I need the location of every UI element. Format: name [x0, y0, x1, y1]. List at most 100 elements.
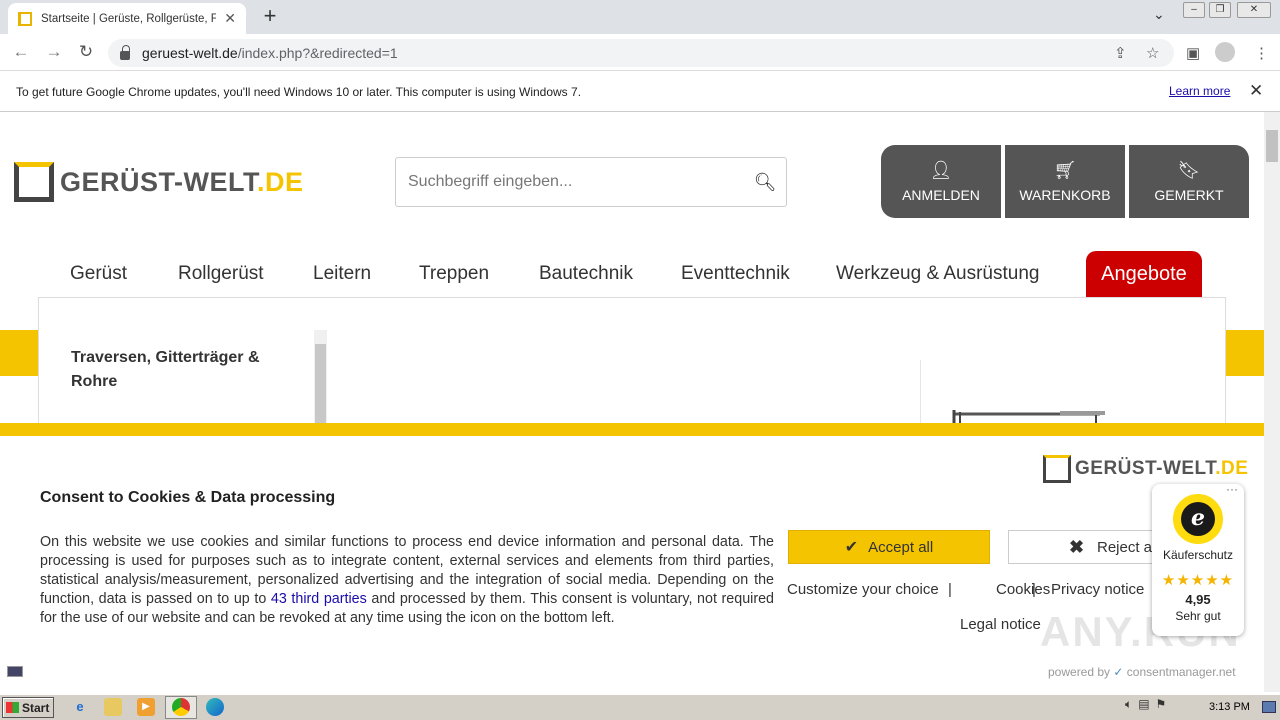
profile-avatar-icon[interactable]: [1215, 42, 1235, 62]
cookie-logo: GERÜST-WELT.DE: [1043, 455, 1248, 483]
user-icon: 👤︎: [929, 160, 953, 180]
logo-main: GERÜST-WELT: [60, 166, 257, 197]
scrollbar-thumb[interactable]: [1266, 130, 1278, 162]
restore-button[interactable]: ❐: [1209, 2, 1231, 18]
back-icon[interactable]: ←: [10, 42, 32, 62]
search-input[interactable]: [408, 173, 744, 191]
media-player-icon[interactable]: ▶: [137, 698, 155, 716]
wishlist-label: GEMERKT: [1154, 187, 1224, 203]
login-button[interactable]: 👤︎ ANMELDEN: [881, 145, 1001, 218]
edge-icon[interactable]: [206, 698, 224, 716]
bookmark-icon: 🔖︎: [1177, 160, 1201, 180]
trusted-shops-seal-icon: e: [1173, 494, 1223, 544]
login-label: ANMELDEN: [902, 187, 980, 203]
tab-search-icon[interactable]: ⌄: [1153, 6, 1165, 23]
lock-icon: [120, 44, 130, 60]
site-favicon-icon: [18, 11, 32, 26]
privacy-notice-link[interactable]: Privacy notice: [1051, 581, 1144, 598]
powered-brand: consentmanager.net: [1126, 665, 1236, 679]
start-label: Start: [22, 700, 50, 715]
nav-item-geruest[interactable]: Gerüst: [70, 263, 127, 285]
minimize-button[interactable]: –: [1183, 2, 1205, 18]
side-panel-icon[interactable]: ▣: [1186, 44, 1200, 62]
cookie-logo-text: GERÜST-WELT.DE: [1075, 458, 1248, 480]
nav-item-werkzeug[interactable]: Werkzeug & Ausrüstung: [836, 263, 1039, 285]
mega-menu-category[interactable]: Traversen, Gitterträger & Rohre: [71, 346, 281, 394]
accept-all-label: Accept all: [868, 538, 934, 556]
search-icon[interactable]: 🔍︎: [744, 172, 786, 193]
nav-item-treppen[interactable]: Treppen: [419, 263, 489, 285]
forward-icon[interactable]: →: [43, 42, 65, 62]
legal-notice-link[interactable]: Legal notice: [960, 616, 1041, 633]
rating-grade: Sehr gut: [1175, 609, 1221, 623]
buyer-protection-label: Käuferschutz: [1162, 548, 1234, 562]
share-icon[interactable]: ⇪: [1114, 44, 1127, 62]
page-scrollbar[interactable]: [1264, 112, 1280, 692]
network-icon[interactable]: ▤: [1138, 697, 1155, 711]
ie-icon[interactable]: e: [71, 698, 89, 716]
url-domain: geruest-welt.de: [142, 45, 238, 61]
infobar-close-icon[interactable]: ✕: [1249, 81, 1263, 101]
cart-label: WARENKORB: [1019, 187, 1111, 203]
cookie-logo-tld: .DE: [1215, 458, 1249, 479]
nav-item-angebote[interactable]: Angebote: [1086, 251, 1202, 297]
cookie-logo-mark-icon: [1043, 455, 1071, 483]
chrome-icon: [172, 698, 190, 716]
reject-all-label: Reject all: [1097, 538, 1158, 556]
new-tab-button[interactable]: +: [258, 5, 282, 29]
rating-score: 4,95: [1185, 592, 1211, 607]
bookmark-star-icon[interactable]: ☆: [1146, 44, 1159, 62]
cart-icon: 🛒︎: [1053, 160, 1077, 180]
update-infobar: To get future Google Chrome updates, you…: [0, 72, 1280, 112]
cookies-link[interactable]: Cookies: [996, 581, 1050, 598]
reload-icon[interactable]: ↻: [75, 42, 97, 62]
url-path: /index.php?&redirected=1: [237, 45, 398, 61]
reject-x-icon: ✖: [1069, 536, 1085, 557]
nav-item-eventtechnik[interactable]: Eventtechnik: [681, 263, 790, 285]
learn-more-link[interactable]: Learn more: [1169, 84, 1230, 98]
customize-choice-link[interactable]: Customize your choice: [787, 581, 939, 598]
site-logo[interactable]: GERÜST-WELT.DE: [14, 162, 304, 202]
powered-by-label: powered by: [1048, 665, 1111, 679]
cookie-logo-main: GERÜST-WELT: [1075, 458, 1216, 479]
menu-dots-icon[interactable]: ⋮: [1254, 44, 1269, 62]
consentmanager-logo-icon: ✓: [1113, 665, 1124, 679]
cookie-text: On this website we use cookies and simil…: [40, 533, 774, 628]
check-icon: ✔: [844, 539, 859, 556]
reject-all-button[interactable]: ✖ Reject all: [1008, 530, 1158, 564]
windows-logo-icon: [6, 702, 19, 713]
accept-all-button[interactable]: ✔ Accept all: [788, 530, 990, 564]
nav-item-leitern[interactable]: Leitern: [313, 263, 371, 285]
window-close-button[interactable]: ✕: [1237, 2, 1271, 18]
more-dots-icon[interactable]: ···: [1226, 482, 1238, 496]
logo-text: GERÜST-WELT.DE: [60, 167, 304, 198]
third-parties-link[interactable]: 43 third parties: [271, 591, 367, 607]
flag-icon[interactable]: ⚑: [1156, 697, 1173, 711]
search-box: 🔍︎: [395, 157, 787, 207]
cart-button[interactable]: 🛒︎ WARENKORB: [1005, 145, 1125, 218]
logo-mark-icon: [14, 162, 54, 202]
tab-close-icon[interactable]: ✕: [224, 10, 236, 27]
link-separator: |: [948, 581, 952, 598]
consent-settings-icon[interactable]: [7, 666, 23, 677]
tab-title: Startseite | Gerüste, Rollgerüste, Fa: [41, 12, 217, 25]
powered-by[interactable]: powered by ✓ consentmanager.net: [1048, 665, 1236, 679]
infobar-text: To get future Google Chrome updates, you…: [16, 84, 582, 99]
trusted-shops-badge[interactable]: ··· e Käuferschutz ★★★★★ 4,95 Sehr gut: [1152, 482, 1244, 636]
wishlist-button[interactable]: 🔖︎ GEMERKT: [1129, 145, 1249, 218]
mega-menu-scrollbar[interactable]: [314, 330, 327, 430]
link-separator: |: [1032, 581, 1036, 598]
system-tray: 🔈︎▤⚑: [1125, 697, 1207, 718]
logo-tld: .DE: [257, 166, 304, 197]
rating-stars-icon: ★★★★★: [1161, 572, 1235, 589]
start-button[interactable]: Start: [2, 697, 54, 718]
volume-icon[interactable]: 🔈︎: [1125, 697, 1138, 711]
explorer-icon[interactable]: [104, 698, 122, 716]
nav-item-bautechnik[interactable]: Bautechnik: [539, 263, 633, 285]
taskbar-clock[interactable]: 3:13 PM: [1209, 701, 1250, 713]
address-bar[interactable]: geruest-welt.de/index.php?&redirected=1: [108, 39, 1174, 67]
cookie-title: Consent to Cookies & Data processing: [40, 489, 336, 506]
show-desktop-icon[interactable]: [1262, 701, 1276, 713]
browser-tab[interactable]: Startseite | Gerüste, Rollgerüste, Fa ✕: [8, 3, 246, 34]
nav-item-rollgeruest[interactable]: Rollgerüst: [178, 263, 264, 285]
